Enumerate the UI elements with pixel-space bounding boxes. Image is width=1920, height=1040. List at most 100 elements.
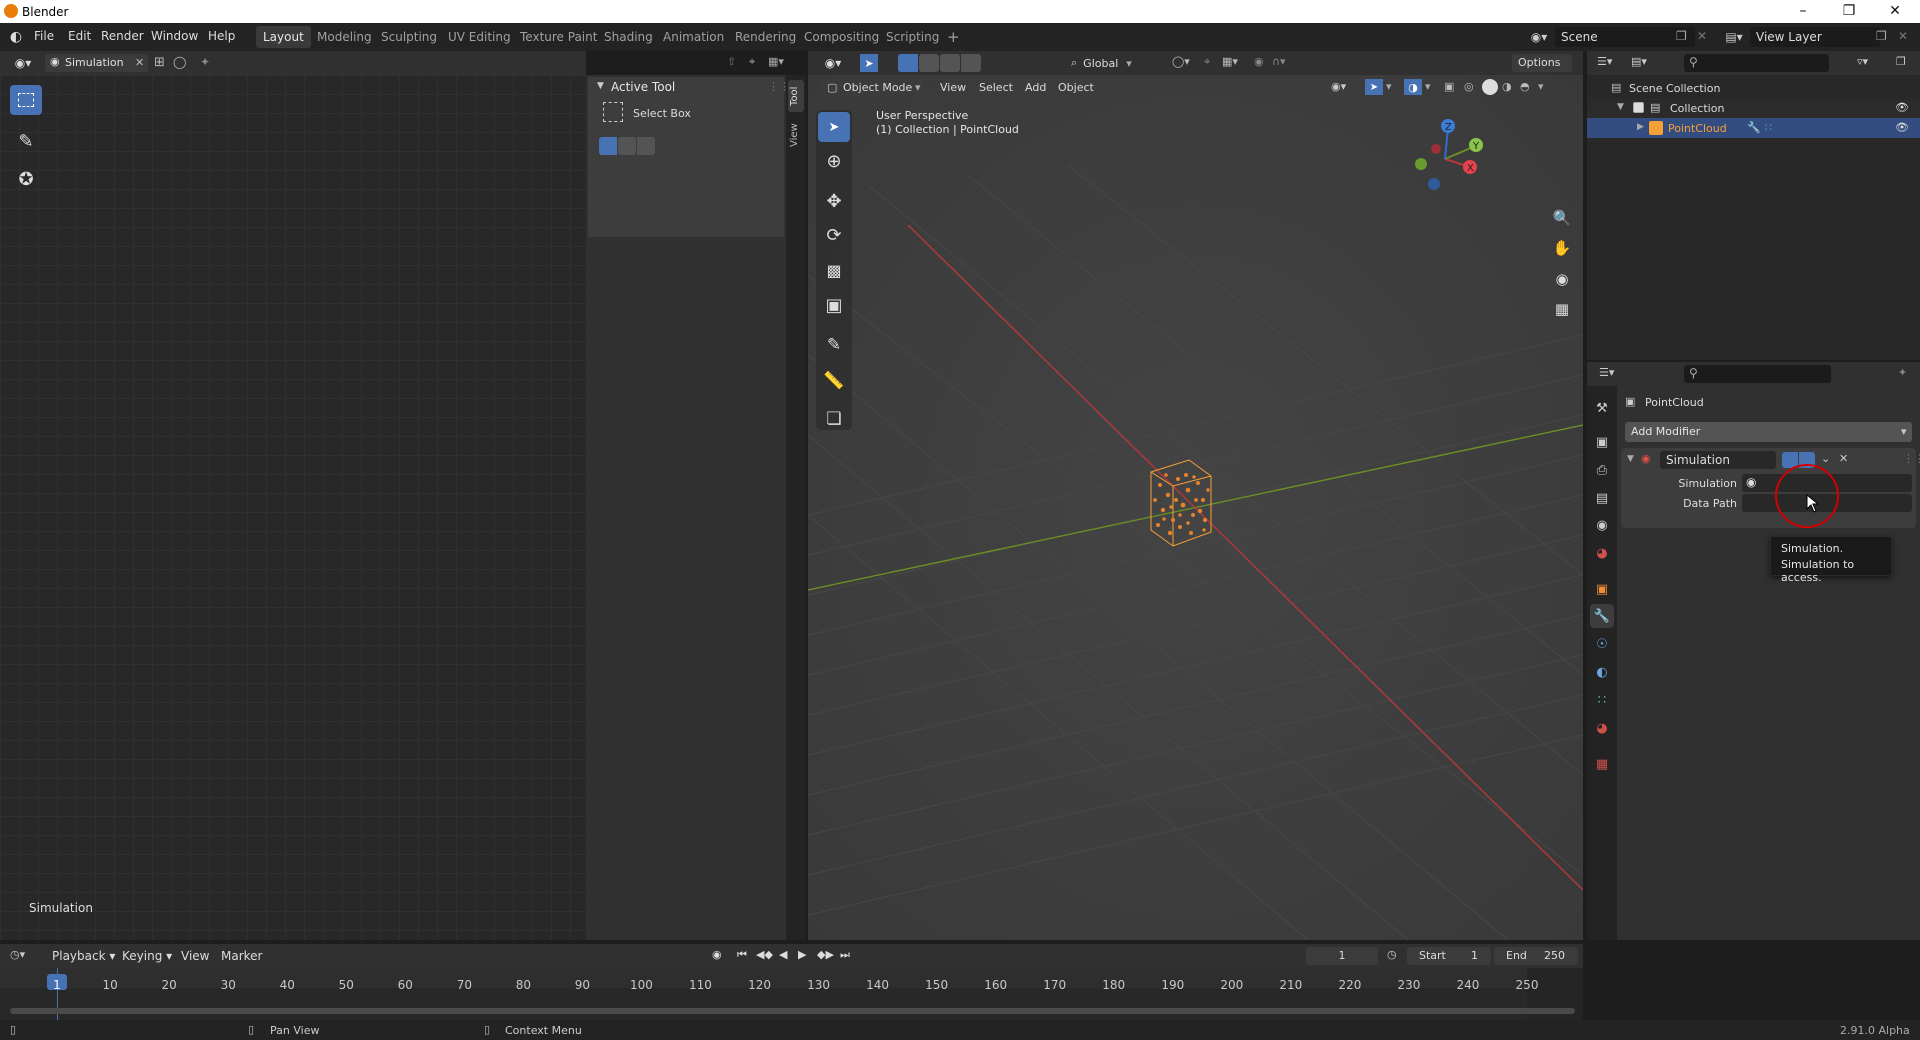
tab-animation[interactable]: Animation xyxy=(656,26,731,48)
add-cube-tool[interactable]: ❏ xyxy=(818,404,850,434)
tool-tab-icon[interactable]: ⚒ xyxy=(1590,396,1614,420)
output-tab-icon[interactable]: ⎙ xyxy=(1590,458,1614,482)
xray-icon[interactable]: ▣ xyxy=(1444,80,1454,93)
active-tool-header[interactable]: ▼ Active Tool ⋮⋮ xyxy=(588,77,790,97)
gizmo-toggle-icon[interactable]: ➤ xyxy=(1365,79,1383,95)
overlays-icon[interactable]: ◑ xyxy=(1404,79,1422,95)
material-tab-icon[interactable]: ◕ xyxy=(1590,716,1614,740)
new-view-layer-icon[interactable]: ❐ xyxy=(1876,29,1887,43)
simulation-datablock[interactable]: ◉ Simulation ✕ xyxy=(45,54,148,72)
menu-playback[interactable]: Playback ▾ xyxy=(52,949,115,963)
play-icon[interactable]: ▶ xyxy=(798,948,806,961)
modifier-name-field[interactable]: Simulation xyxy=(1660,451,1776,469)
tab-scripting[interactable]: Scripting xyxy=(879,26,946,48)
annotate-line-tool[interactable]: ✪ xyxy=(10,163,42,195)
options-dropdown[interactable]: Options xyxy=(1512,54,1572,72)
transform-orientation[interactable]: ⌕ Global ▾ xyxy=(1071,54,1163,72)
rotate-tool[interactable]: ⟳ xyxy=(818,220,850,250)
scene-tab-icon[interactable]: ◉ xyxy=(1590,513,1614,537)
tab-compositing[interactable]: Compositing xyxy=(797,26,886,48)
menu-view[interactable]: View xyxy=(181,949,209,963)
menu-view[interactable]: View xyxy=(940,81,966,94)
simulation-editor-canvas[interactable] xyxy=(0,75,586,940)
annotate-viewport-tool[interactable]: ✎ xyxy=(818,330,850,360)
proportional-edit-icon[interactable]: ◉ xyxy=(1254,55,1264,68)
menu-window[interactable]: Window xyxy=(151,29,198,43)
record-icon[interactable]: ◉ xyxy=(712,948,722,961)
tab-sculpting[interactable]: Sculpting xyxy=(374,26,444,48)
tab-modeling[interactable]: Modeling xyxy=(310,26,379,48)
mode-selector[interactable]: ▢ Object Mode ▾ xyxy=(822,79,927,97)
tab-texture-paint[interactable]: Texture Paint xyxy=(513,26,604,48)
mode-set-button[interactable] xyxy=(599,137,617,155)
fake-user-icon[interactable]: ◯ xyxy=(173,55,186,69)
minimize-button[interactable]: – xyxy=(1780,0,1826,23)
new-datablock-icon[interactable]: ⊞ xyxy=(154,55,165,70)
cursor-tool[interactable]: ⊕ xyxy=(818,146,850,176)
scene-selector[interactable]: Scene xyxy=(1555,27,1695,47)
menu-marker[interactable]: Marker xyxy=(221,949,262,963)
physics-tab-icon[interactable]: ◐ xyxy=(1590,660,1614,684)
remove-modifier-icon[interactable]: ✕ xyxy=(1839,452,1848,465)
drag-handle-icon[interactable]: ⋮⋮ xyxy=(1903,452,1920,465)
modifier-tab-icon[interactable]: 🔧 xyxy=(1590,604,1614,628)
snap-toggle-icon[interactable]: ⌖ xyxy=(1204,55,1210,69)
unlink-icon[interactable]: ✕ xyxy=(135,56,144,69)
eye-icon[interactable]: 👁 xyxy=(1895,121,1909,134)
mode-subtract-button[interactable] xyxy=(637,137,655,155)
overlays-dropdown-icon[interactable]: ▾ xyxy=(1425,80,1431,93)
outliner-editor-type-icon[interactable]: ☰▾ xyxy=(1597,55,1612,68)
expand-icon[interactable]: ▼ xyxy=(1617,102,1624,112)
visibility-icon[interactable]: ◉▾ xyxy=(1331,80,1346,93)
expand-icon[interactable]: ▶ xyxy=(1637,122,1644,132)
play-reverse-icon[interactable]: ◀ xyxy=(779,948,787,961)
view-layer-tab-icon[interactable]: ▤ xyxy=(1590,486,1614,510)
properties-editor-type-icon[interactable]: ☰▾ xyxy=(1599,366,1614,379)
delete-view-layer-icon[interactable]: ✕ xyxy=(1898,29,1908,43)
select-new-button[interactable] xyxy=(898,54,918,72)
jump-keyframe-back-icon[interactable]: ◀◆ xyxy=(756,948,773,961)
3d-viewport[interactable]: ▢ Object Mode ▾ View Select Add Object ◉… xyxy=(808,75,1583,940)
measure-tool[interactable]: 📏 xyxy=(818,366,850,396)
jump-keyframe-forward-icon[interactable]: ◆▶ xyxy=(817,948,834,961)
timeline-area[interactable] xyxy=(0,968,1583,1020)
collapse-icon[interactable]: ▼ xyxy=(1627,454,1634,464)
maximize-button[interactable]: ❐ xyxy=(1826,0,1872,23)
outliner-search[interactable]: ⚲ xyxy=(1684,54,1829,72)
current-frame-field[interactable]: 1 xyxy=(1306,947,1378,965)
collection-checkbox[interactable] xyxy=(1633,102,1644,113)
tab-layout[interactable]: Layout xyxy=(256,26,311,48)
material-shading-icon[interactable]: ◑ xyxy=(1502,80,1512,93)
particles-tab-icon[interactable]: ☉ xyxy=(1590,632,1614,656)
snap-options-icon[interactable]: ▦▾ xyxy=(768,55,784,68)
view-layer-selector[interactable]: View Layer xyxy=(1750,27,1880,47)
select-extend-button[interactable] xyxy=(919,54,939,72)
world-tab-icon[interactable]: ◕ xyxy=(1590,541,1614,565)
annotate-tool[interactable]: ✎ xyxy=(10,125,42,157)
menu-file[interactable]: File xyxy=(34,29,54,43)
menu-help[interactable]: Help xyxy=(208,29,235,43)
pan-button[interactable]: ✋ xyxy=(1549,235,1575,261)
snap-target-icon[interactable]: ▦▾ xyxy=(1222,55,1238,68)
object-tab-icon[interactable]: ▣ xyxy=(1590,577,1614,601)
timeline-scrollbar[interactable] xyxy=(10,1008,1575,1014)
clock-icon[interactable]: ◷ xyxy=(1387,948,1397,961)
gizmo-dropdown-icon[interactable]: ▾ xyxy=(1386,80,1392,93)
editor-type-3d-icon[interactable]: ◉▾ xyxy=(818,55,848,71)
tab-shading[interactable]: Shading xyxy=(597,26,660,48)
view-layer-icon[interactable]: ▤▾ xyxy=(1720,28,1748,46)
snap-icon[interactable]: ⌖ xyxy=(749,55,755,69)
tab-uv-editing[interactable]: UV Editing xyxy=(441,26,518,48)
jump-start-icon[interactable]: ⏮ xyxy=(737,948,747,962)
render-tab-icon[interactable]: ▣ xyxy=(1590,430,1614,454)
texture-tab-icon[interactable]: ▦ xyxy=(1590,752,1614,776)
pivot-icon[interactable]: ◯▾ xyxy=(1172,55,1190,68)
delete-scene-icon[interactable]: ✕ xyxy=(1697,29,1707,43)
display-mode-icon[interactable]: ▤▾ xyxy=(1631,55,1647,68)
wireframe-shading-icon[interactable]: ◎ xyxy=(1464,80,1474,93)
pin-icon[interactable]: ✦ xyxy=(1898,366,1907,379)
add-workspace-icon[interactable]: + xyxy=(940,26,967,48)
properties-search[interactable]: ⚲ xyxy=(1684,365,1831,383)
eye-icon[interactable]: 👁 xyxy=(1895,101,1909,114)
transform-tool[interactable]: ▣ xyxy=(818,290,850,320)
